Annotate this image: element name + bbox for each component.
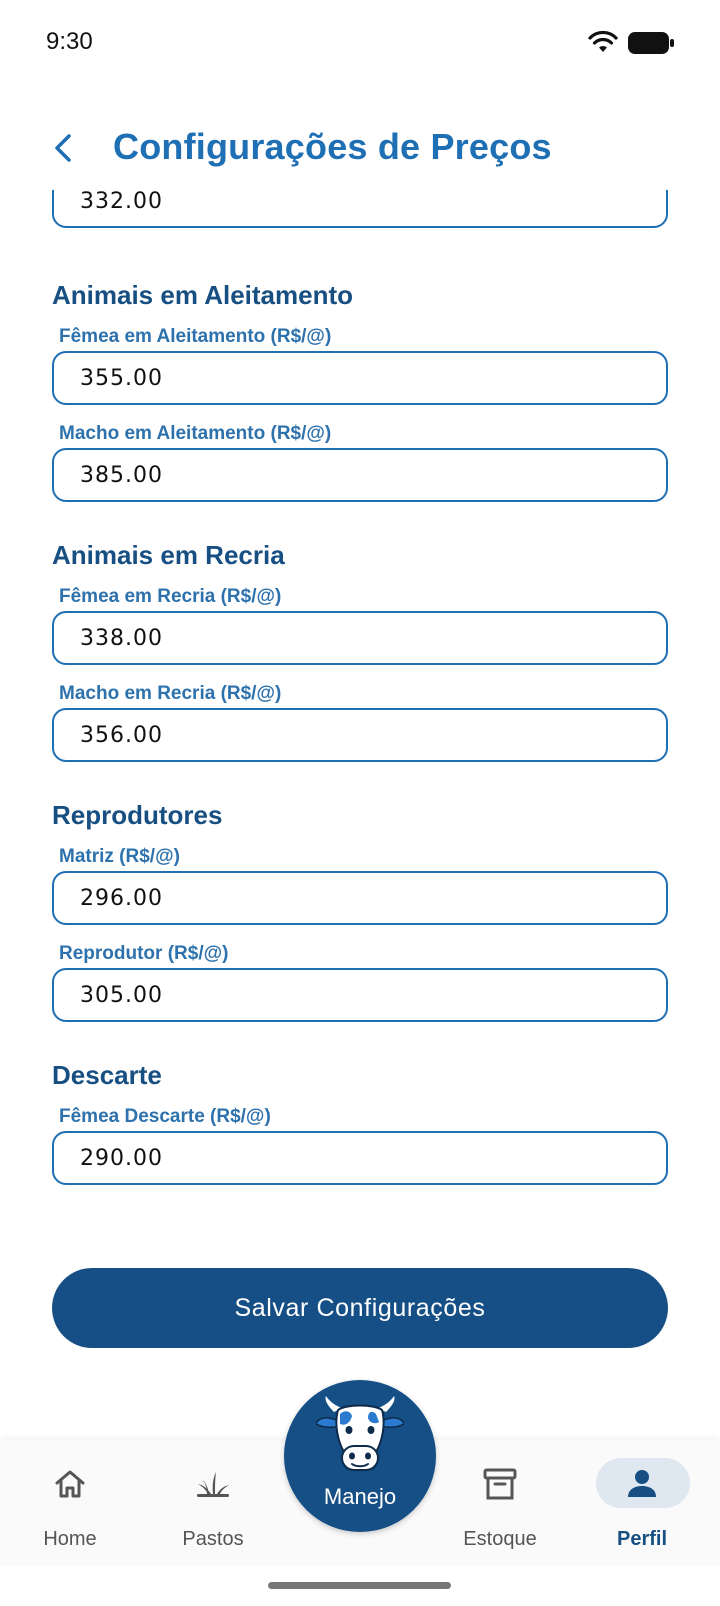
input-macho-aleitamento[interactable]: 385.00 xyxy=(52,448,668,502)
nav-item-home[interactable]: Home xyxy=(10,1440,130,1565)
page-title: Configurações de Preços xyxy=(113,126,552,167)
nav-item-estoque[interactable]: Estoque xyxy=(440,1440,560,1565)
status-bar: 9:30 xyxy=(0,0,720,88)
input-value: 385.00 xyxy=(80,462,163,488)
manejo-button[interactable]: Manejo xyxy=(284,1380,436,1532)
input-matriz[interactable]: 296.00 xyxy=(52,871,668,925)
input-femea-recria[interactable]: 338.00 xyxy=(52,611,668,665)
nav-label-home: Home xyxy=(43,1528,97,1550)
nav-label-perfil: Perfil xyxy=(616,1528,668,1550)
label-matriz: Matriz (R$/@) xyxy=(59,846,180,867)
cow-icon xyxy=(316,1396,404,1471)
wifi-icon xyxy=(588,30,618,52)
label-femea-recria: Fêmea em Recria (R$/@) xyxy=(59,586,282,607)
person-icon xyxy=(628,1470,656,1497)
grass-icon xyxy=(197,1472,229,1497)
status-time: 9:30 xyxy=(46,28,93,55)
label-reprodutor: Reprodutor (R$/@) xyxy=(59,943,229,964)
input-macho-recria[interactable]: 356.00 xyxy=(52,708,668,762)
home-icon xyxy=(55,1470,85,1498)
nav-label-pastos: Pastos xyxy=(182,1528,244,1550)
section-title-descarte: Descarte xyxy=(52,1060,162,1090)
input-value: 356.00 xyxy=(80,722,163,748)
app-header: Configurações de Preços xyxy=(0,110,720,190)
input-femea-descarte[interactable]: 290.00 xyxy=(52,1131,668,1185)
nav-item-perfil[interactable]: Perfil xyxy=(582,1440,702,1565)
label-femea-descarte: Fêmea Descarte (R$/@) xyxy=(59,1106,271,1127)
input-value: 290.00 xyxy=(80,1145,163,1171)
app-screen: 9:30 Configurações de Preços 332.00 Anim… xyxy=(0,0,720,1606)
section-title-aleitamento: Animais em Aleitamento xyxy=(52,280,354,310)
input-femea-aleitamento[interactable]: 355.00 xyxy=(52,351,668,405)
archive-icon xyxy=(483,1468,517,1500)
label-femea-aleitamento: Fêmea em Aleitamento (R$/@) xyxy=(59,326,332,347)
manejo-label: Manejo xyxy=(323,1484,397,1509)
price-input-value: 332.00 xyxy=(80,190,163,214)
nav-label-estoque: Estoque xyxy=(463,1528,537,1550)
save-button-label: Salvar Configurações xyxy=(234,1293,486,1322)
battery-icon xyxy=(628,32,674,54)
price-input-partial[interactable]: 332.00 xyxy=(52,190,668,228)
label-macho-aleitamento: Macho em Aleitamento (R$/@) xyxy=(59,423,332,444)
back-arrow-icon[interactable] xyxy=(44,128,84,168)
price-settings-form[interactable]: 332.00 Animais em Aleitamento Fêmea em A… xyxy=(0,190,720,1440)
label-macho-recria: Macho em Recria (R$/@) xyxy=(59,683,282,704)
section-title-recria: Animais em Recria xyxy=(52,540,285,570)
section-title-reprodutores: Reprodutores xyxy=(52,800,223,830)
input-reprodutor[interactable]: 305.00 xyxy=(52,968,668,1022)
input-value: 296.00 xyxy=(80,885,163,911)
nav-item-pastos[interactable]: Pastos xyxy=(153,1440,273,1565)
input-value: 355.00 xyxy=(80,365,163,391)
input-value: 338.00 xyxy=(80,625,163,651)
home-indicator[interactable] xyxy=(268,1582,451,1589)
input-value: 305.00 xyxy=(80,982,163,1008)
save-settings-button[interactable]: Salvar Configurações xyxy=(52,1268,668,1348)
